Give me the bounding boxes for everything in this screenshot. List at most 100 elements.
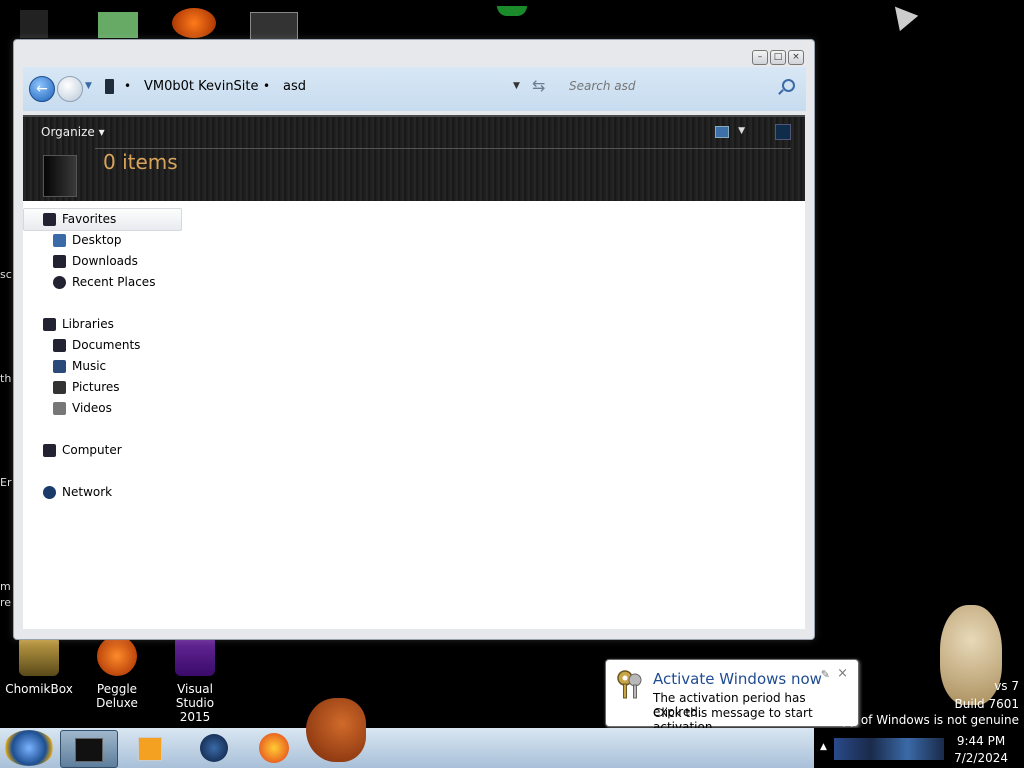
desktop-icon bbox=[53, 233, 66, 247]
mouse-cursor-icon bbox=[885, 0, 919, 32]
window-controls: – □ × bbox=[752, 50, 804, 65]
nav-videos[interactable]: Videos bbox=[53, 401, 112, 415]
desktop-icon-chomikbox[interactable]: ChomikBox bbox=[4, 636, 74, 696]
music-icon bbox=[53, 359, 66, 373]
minimize-button[interactable]: – bbox=[752, 50, 768, 65]
network-icon bbox=[43, 485, 56, 499]
clock[interactable]: 9:44 PM 7/2/2024 bbox=[954, 733, 1008, 767]
nav-label: Desktop bbox=[72, 233, 122, 247]
pictures-icon bbox=[53, 380, 66, 394]
nav-favorites[interactable]: Favorites bbox=[43, 212, 116, 226]
taskbar-app-button[interactable] bbox=[186, 730, 242, 766]
key-icon bbox=[617, 670, 642, 699]
close-icon[interactable]: × bbox=[837, 666, 848, 681]
search-input[interactable] bbox=[563, 74, 795, 98]
desktop-top-icon-4[interactable] bbox=[250, 12, 298, 40]
breadcrumb-separator[interactable]: • bbox=[124, 79, 131, 93]
favorites-icon bbox=[43, 212, 56, 226]
close-button[interactable]: × bbox=[788, 50, 804, 65]
edge-text-4: m bbox=[0, 580, 11, 593]
tray-expand-icon[interactable]: ▲ bbox=[820, 742, 827, 752]
nav-label: Videos bbox=[72, 401, 112, 415]
nav-label: Downloads bbox=[72, 254, 138, 268]
breadcrumb-item[interactable]: asd bbox=[283, 79, 306, 94]
taskbar-explorer-button[interactable] bbox=[60, 730, 118, 768]
recent-pages-dropdown[interactable]: ▼ bbox=[85, 81, 92, 91]
desktop-top-icon-3[interactable] bbox=[172, 8, 216, 38]
chomikbox-icon bbox=[19, 636, 59, 676]
search-icon[interactable] bbox=[782, 79, 795, 92]
nav-label: Libraries bbox=[62, 317, 114, 331]
nav-pictures[interactable]: Pictures bbox=[53, 380, 120, 394]
clock-date: 7/2/2024 bbox=[954, 751, 1008, 765]
firefox-icon bbox=[259, 733, 289, 763]
nav-computer[interactable]: Computer bbox=[43, 443, 122, 457]
nav-label: Favorites bbox=[62, 212, 117, 226]
content-pane: Favorites Desktop Downloads Recent Place… bbox=[23, 201, 805, 629]
navigation-bar: ← ▼ • VM0b0t KevinSite • asd ▼ ⇆ bbox=[23, 67, 806, 111]
back-button[interactable]: ← bbox=[29, 76, 55, 102]
folder-header: Organize ▾ ▼ 0 items bbox=[23, 115, 805, 201]
nav-label: Music bbox=[72, 359, 107, 373]
windows-build-text: Build 7601 bbox=[954, 697, 1019, 711]
maximize-button[interactable]: □ bbox=[770, 50, 786, 65]
desktop-icon-visual-studio[interactable]: Visual Studio 2015 bbox=[160, 636, 230, 724]
edge-text-1: sc bbox=[0, 268, 12, 281]
breadcrumb-separator[interactable]: • bbox=[263, 79, 270, 93]
explorer-icon bbox=[75, 738, 103, 762]
gopher-gadget[interactable] bbox=[940, 605, 1002, 705]
documents-icon bbox=[53, 338, 66, 352]
desktop-top-icon-2[interactable] bbox=[98, 12, 138, 38]
taskbar: ▲ 9:44 PM 7/2/2024 bbox=[0, 698, 1024, 768]
visual-studio-icon bbox=[175, 636, 215, 676]
nav-recent-places[interactable]: Recent Places bbox=[53, 275, 155, 289]
desktop-icon-label: ChomikBox bbox=[5, 682, 73, 696]
nav-label: Documents bbox=[72, 338, 141, 352]
gadget-indicator bbox=[497, 6, 527, 16]
forward-button[interactable] bbox=[57, 76, 83, 102]
videos-icon bbox=[53, 401, 66, 415]
explorer-window: – □ × ← ▼ • VM0b0t KevinSite • asd ▼ ⇆ O… bbox=[13, 39, 815, 640]
globe-icon bbox=[200, 734, 228, 762]
desktop-top-icon-1[interactable] bbox=[20, 10, 48, 38]
nav-label: Network bbox=[62, 485, 113, 499]
libraries-icon bbox=[43, 317, 56, 331]
nav-documents[interactable]: Documents bbox=[53, 338, 140, 352]
view-icon[interactable] bbox=[715, 126, 729, 138]
windows-version-text: vs 7 bbox=[994, 679, 1019, 693]
taskbar-firefox-button[interactable] bbox=[246, 730, 302, 766]
nav-label: Pictures bbox=[72, 380, 120, 394]
help-icon[interactable] bbox=[775, 124, 791, 140]
address-dropdown[interactable]: ▼ bbox=[513, 81, 520, 91]
desktop-icon-label: Visual Studio 2015 bbox=[175, 682, 215, 724]
nav-network[interactable]: Network bbox=[43, 485, 112, 499]
chicken-gadget[interactable] bbox=[306, 698, 366, 762]
taskbar-media-player-button[interactable] bbox=[122, 730, 178, 766]
nav-desktop[interactable]: Desktop bbox=[53, 233, 122, 247]
downloads-icon bbox=[53, 254, 66, 268]
pin-icon[interactable]: ✎ bbox=[821, 668, 830, 681]
edge-text-5: re bbox=[0, 596, 12, 609]
tray-icons[interactable] bbox=[834, 738, 944, 760]
nav-music[interactable]: Music bbox=[53, 359, 106, 373]
folder-icon bbox=[105, 79, 114, 94]
nav-libraries[interactable]: Libraries bbox=[43, 317, 114, 331]
header-divider bbox=[95, 148, 791, 149]
system-tray: ▲ 9:44 PM 7/2/2024 bbox=[814, 728, 1024, 768]
computer-icon bbox=[43, 443, 56, 457]
organize-button[interactable]: Organize ▾ bbox=[41, 125, 105, 139]
nav-downloads[interactable]: Downloads bbox=[53, 254, 138, 268]
clock-time: 9:44 PM bbox=[956, 734, 1006, 748]
edge-text-2: th bbox=[0, 372, 12, 385]
edge-text-3: Er bbox=[0, 476, 12, 489]
desktop-icon-peggle[interactable]: Peggle Deluxe bbox=[82, 636, 152, 710]
refresh-icon[interactable]: ⇆ bbox=[532, 76, 545, 95]
media-player-icon bbox=[138, 737, 162, 761]
genuine-warning-text: py of Windows is not genuine bbox=[842, 713, 1019, 727]
activation-notification[interactable]: Activate Windows now The activation peri… bbox=[605, 659, 859, 734]
nav-label: Recent Places bbox=[72, 275, 156, 289]
start-button[interactable] bbox=[4, 730, 54, 766]
breadcrumb-item[interactable]: VM0b0t KevinSite bbox=[144, 79, 259, 94]
view-dropdown[interactable]: ▼ bbox=[738, 126, 745, 136]
nav-label: Computer bbox=[62, 443, 122, 457]
